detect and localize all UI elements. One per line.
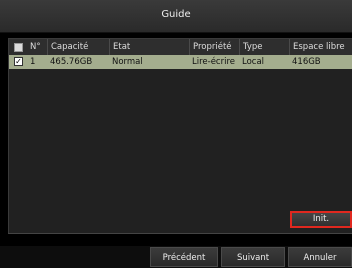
cell-type: Local: [242, 57, 265, 67]
cell-free-space: 416GB: [292, 57, 321, 67]
header-capacity: Capacité: [47, 39, 109, 55]
select-all-checkbox[interactable]: [14, 43, 23, 52]
header-type: Type: [239, 39, 289, 55]
cancel-button[interactable]: Annuler: [288, 247, 352, 267]
row-checkbox[interactable]: ✓: [14, 57, 23, 66]
header-property: Propriété: [189, 39, 239, 55]
header-number: N°: [30, 42, 41, 52]
window-title: Guide: [161, 9, 191, 20]
table-row[interactable]: ✓ 1 465.76GB Normal Lire-écrire Local 41…: [9, 55, 352, 69]
cell-capacity: 465.76GB: [50, 57, 93, 67]
divider: [8, 233, 352, 234]
cell-property: Lire-écrire: [192, 57, 235, 67]
window-titlebar: Guide: [0, 0, 352, 33]
header-free-space: Espace libre: [289, 39, 352, 55]
previous-button[interactable]: Précédent: [150, 247, 218, 267]
table-header: N° Capacité Etat Propriété Type Espace l…: [9, 39, 352, 56]
next-button[interactable]: Suivant: [221, 247, 285, 267]
cell-state: Normal: [112, 57, 143, 67]
header-state: Etat: [109, 39, 189, 55]
init-button[interactable]: Init.: [290, 211, 352, 228]
cell-number: 1: [30, 57, 36, 67]
disk-table: N° Capacité Etat Propriété Type Espace l…: [8, 38, 352, 234]
